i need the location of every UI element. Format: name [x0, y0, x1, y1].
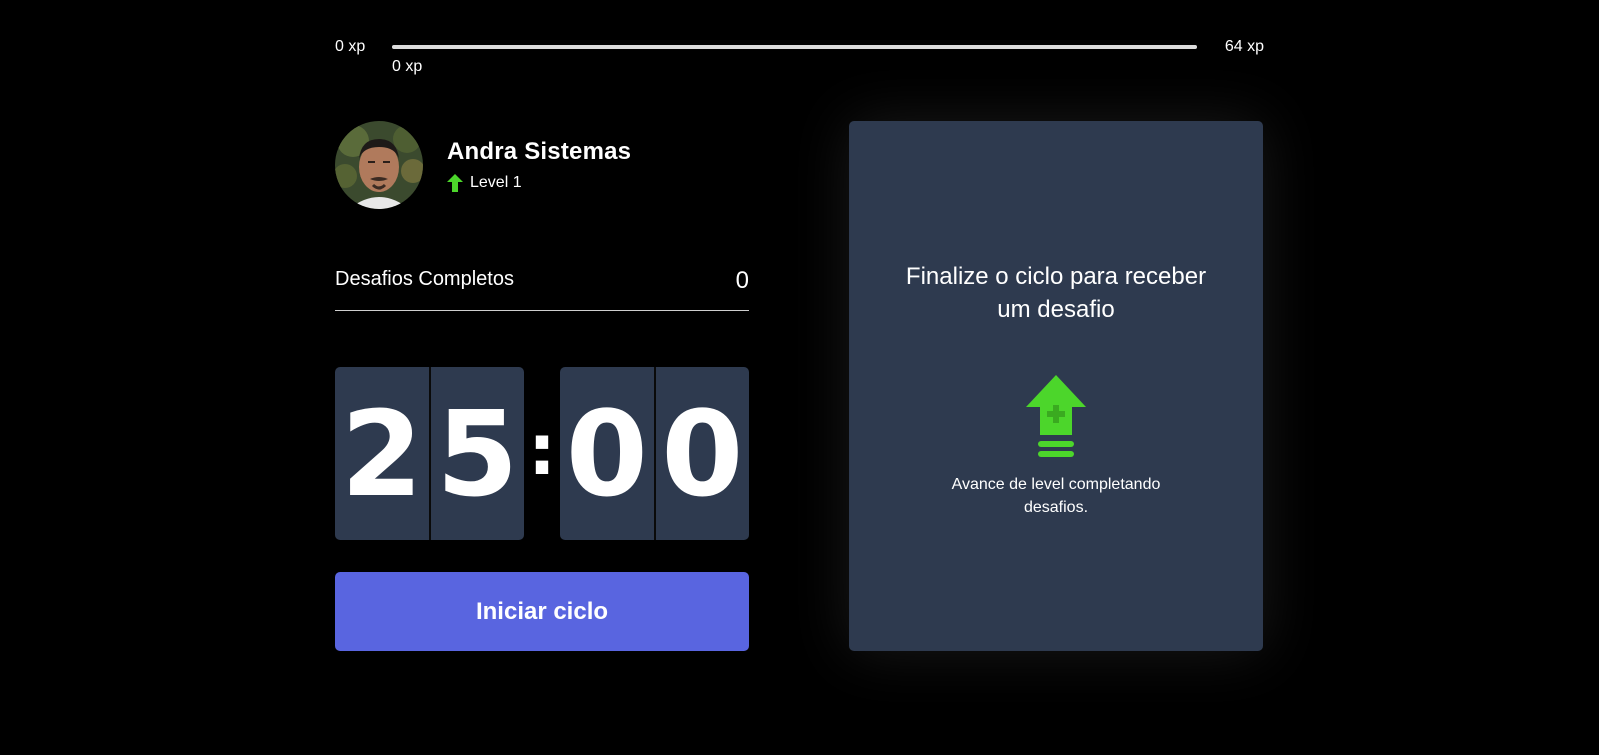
- second-digit-right: 0: [653, 367, 750, 540]
- second-digit-left: 0: [565, 384, 648, 523]
- profile-info: Andra Sistemas Level 1: [447, 138, 631, 192]
- completed-challenges: Desafios Completos 0: [335, 262, 749, 311]
- level-up-icon: [1026, 375, 1086, 457]
- xp-progress-track: [392, 45, 1197, 49]
- start-cycle-button[interactable]: Iniciar ciclo: [335, 572, 749, 651]
- profile: Andra Sistemas Level 1: [335, 121, 631, 209]
- xp-progress-fill: [392, 45, 1197, 49]
- countdown-separator: :: [528, 408, 556, 491]
- countdown-minutes: 2 5: [335, 367, 524, 540]
- avatar: [335, 121, 423, 209]
- minute-digit-left: 2: [340, 384, 423, 523]
- xp-min-label: 0 xp: [335, 38, 366, 55]
- xp-max-label: 64 xp: [1224, 38, 1264, 55]
- level-up-arrow-icon: [447, 174, 463, 192]
- profile-level-label: Level 1: [470, 174, 522, 191]
- challenge-box: Finalize o ciclo para receber um desafio…: [849, 121, 1263, 651]
- profile-level: Level 1: [447, 174, 631, 192]
- experience-bar: 0 xp 0 xp 64 xp: [335, 36, 1264, 76]
- profile-name: Andra Sistemas: [447, 138, 632, 165]
- challenge-box-title: Finalize o ciclo para receber um desafio: [905, 263, 1207, 323]
- countdown-seconds: 0 0: [560, 367, 749, 540]
- countdown: 2 5 : 0 0: [335, 367, 749, 540]
- completed-challenges-label: Desafios Completos: [335, 268, 514, 290]
- minute-digit-right: 5: [428, 367, 525, 540]
- challenge-box-description: Avance de level completando desafios.: [951, 476, 1161, 516]
- completed-challenges-count: 0: [735, 267, 749, 294]
- xp-current-label: 0 xp: [392, 58, 423, 75]
